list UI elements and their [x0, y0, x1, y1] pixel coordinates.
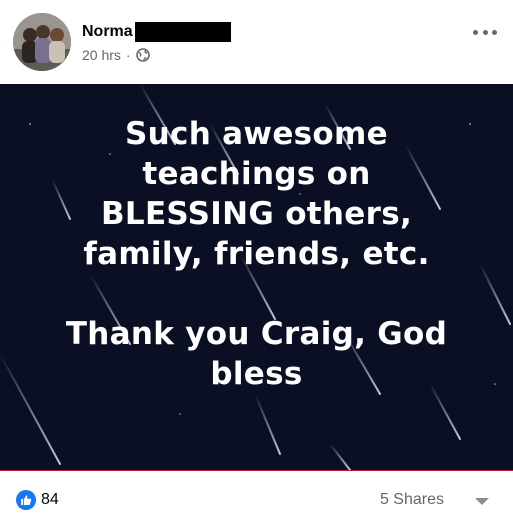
post-meta: 20 hrs · — [82, 46, 150, 64]
post-image[interactable]: Such awesome teachings on BLESSING other… — [0, 84, 513, 470]
shares-count[interactable]: 5 Shares — [380, 491, 444, 509]
name-redaction-bar — [134, 22, 231, 42]
caption-line: Such awesome — [125, 116, 388, 152]
caption-line: bless — [210, 356, 303, 392]
avatar[interactable] — [13, 13, 71, 71]
caption-line: BLESSING others, — [100, 196, 413, 232]
meta-separator: · — [125, 47, 131, 63]
author-name[interactable]: Norma — [82, 22, 133, 42]
more-options-icon[interactable] — [473, 26, 497, 38]
chevron-down-icon[interactable] — [475, 498, 489, 505]
like-icon — [16, 490, 36, 510]
post-time[interactable]: 20 hrs — [82, 47, 121, 63]
reaction-count: 84 — [41, 491, 59, 508]
caption-gap — [0, 274, 513, 314]
image-caption: Such awesome teachings on BLESSING other… — [0, 114, 513, 394]
caption-line: Thank you Craig, God — [65, 316, 448, 352]
author-row: Norma — [82, 22, 231, 42]
avatar-photo — [13, 13, 71, 71]
post-footer: 84 5 Shares — [0, 471, 513, 528]
caption-line: teachings on — [142, 156, 371, 192]
post-header: Norma 20 hrs · — [0, 0, 513, 84]
reactions-summary[interactable]: 84 — [16, 490, 59, 510]
globe-icon[interactable] — [135, 48, 150, 62]
caption-line: family, friends, etc. — [83, 236, 430, 272]
post-card: Norma 20 hrs · Such awesome teachings on… — [0, 0, 513, 528]
